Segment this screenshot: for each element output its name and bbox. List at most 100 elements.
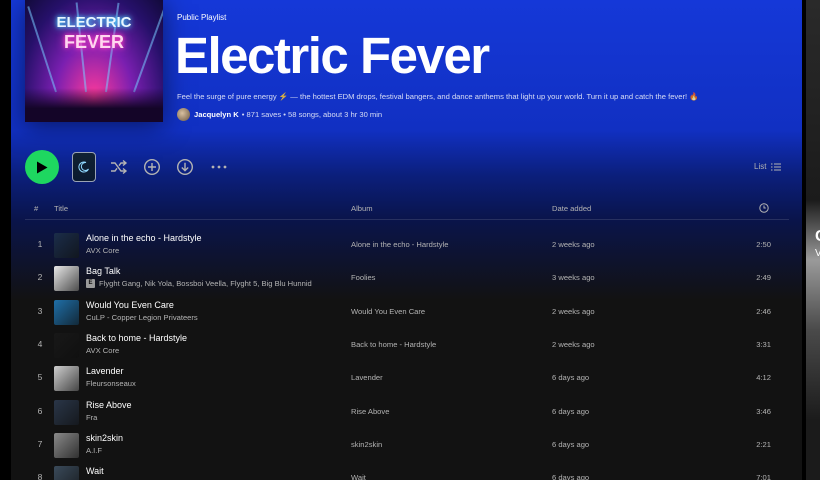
- track-date-added: 2 weeks ago: [552, 339, 595, 349]
- more-options-icon[interactable]: [209, 157, 229, 177]
- track-duration: 3:46: [756, 406, 771, 416]
- header-date-added[interactable]: Date added: [552, 204, 591, 213]
- right-panel-subtext: V: [815, 248, 820, 259]
- track-date-added: 6 days ago: [552, 373, 590, 383]
- track-title-link[interactable]: Bag Talk: [86, 266, 120, 276]
- track-title-link[interactable]: Alone in the echo - Hardstyle: [86, 233, 202, 243]
- track-artist: E Flyght Gang, Nik Yola, Bossboi Veella, …: [86, 279, 312, 289]
- track-album-link[interactable]: Alone in the echo - Hardstyle: [351, 240, 449, 249]
- track-album-link[interactable]: Wait: [351, 473, 366, 480]
- playlist-type-label: Public Playlist: [177, 13, 227, 22]
- track-date-added: 2 weeks ago: [552, 306, 595, 316]
- track-artist: Fra: [86, 413, 97, 422]
- playlist-title: Electric Fever: [175, 27, 490, 84]
- track-thumbnail: [54, 332, 79, 358]
- track-artist-link[interactable]: Fra: [86, 413, 97, 422]
- track-thumbnail: [54, 299, 79, 325]
- track-duration: 2:50: [756, 240, 771, 249]
- track-album-link[interactable]: Foolies: [351, 273, 375, 282]
- track-album-link[interactable]: Lavender: [351, 373, 383, 382]
- track-duration: 2:46: [756, 306, 771, 316]
- track-duration: 3:31: [756, 339, 771, 349]
- play-button[interactable]: [25, 150, 59, 184]
- table-row[interactable]: 3 Would You Even Care CuLP - Copper Legion…: [25, 296, 789, 329]
- owner-name-link[interactable]: Jacquelyn K: [194, 110, 239, 119]
- playlist-preview-thumbnail[interactable]: [72, 152, 96, 182]
- track-number: 7: [37, 438, 43, 449]
- list-icon: [771, 163, 782, 170]
- track-artist: Fleursonseaux: [86, 379, 136, 388]
- track-artist-link[interactable]: Flyght Gang, Nik Yola, Bossboi Veella, F…: [99, 279, 312, 288]
- moon-icon: [78, 161, 89, 173]
- track-artist: AVX Core: [86, 246, 119, 255]
- table-row[interactable]: 8 Wait Wait 6 days ago 7:01: [25, 462, 789, 480]
- track-title-link[interactable]: Would You Even Care: [86, 300, 174, 310]
- view-toggle-button[interactable]: List: [754, 162, 782, 171]
- shuffle-icon[interactable]: [109, 157, 129, 177]
- track-thumbnail: [54, 233, 79, 258]
- owner-avatar[interactable]: [177, 108, 190, 121]
- track-artist-link[interactable]: AVX Core: [86, 246, 119, 255]
- track-artist: AVX Core: [86, 346, 119, 355]
- track-number: 4: [37, 338, 43, 349]
- cover-crowd: [25, 88, 163, 122]
- track-date-added: 6 days ago: [552, 406, 590, 416]
- track-thumbnail: [54, 432, 79, 458]
- track-artist-link[interactable]: CuLP - Copper Legion Privateers: [86, 313, 198, 322]
- table-row[interactable]: 7 skin2skin A.I.F skin2skin 6 days ago 2:21: [25, 429, 789, 462]
- track-thumbnail: [54, 399, 79, 425]
- right-panel-text: C: [815, 228, 820, 246]
- table-row[interactable]: 2 Bag Talk E Flyght Gang, Nik Yola, Bossboi…: [25, 262, 789, 295]
- track-number: 5: [37, 372, 43, 383]
- view-label: List: [754, 162, 767, 171]
- play-icon: [37, 161, 48, 173]
- track-artist: CuLP - Copper Legion Privateers: [86, 313, 198, 322]
- download-icon[interactable]: [175, 157, 195, 177]
- track-duration: 2:49: [756, 273, 771, 283]
- track-album-link[interactable]: Would You Even Care: [351, 307, 425, 316]
- track-duration: 7:01: [756, 473, 771, 480]
- playlist-view: ELECTRIC FEVER Public Playlist Electric …: [11, 0, 802, 480]
- track-number: 1: [37, 239, 43, 249]
- track-album-link[interactable]: skin2skin: [351, 440, 382, 449]
- track-date-added: 6 days ago: [552, 473, 590, 480]
- track-duration: 4:12: [756, 373, 771, 383]
- add-to-library-icon[interactable]: [142, 157, 162, 177]
- track-title-link[interactable]: Wait: [86, 466, 104, 476]
- cover-title-line-2: FEVER: [63, 32, 124, 52]
- track-artist-link[interactable]: Fleursonseaux: [86, 379, 136, 388]
- track-thumbnail: [54, 266, 79, 292]
- track-artist-link[interactable]: AVX Core: [86, 346, 119, 355]
- track-album-link[interactable]: Rise Above: [351, 407, 389, 416]
- track-thumbnail: [54, 466, 79, 480]
- explicit-badge: E: [86, 279, 95, 289]
- track-number: 6: [37, 405, 43, 416]
- track-date-added: 6 days ago: [552, 439, 590, 449]
- table-row[interactable]: 1 Alone in the echo - Hardstyle AVX Core Al…: [25, 229, 789, 262]
- track-artist-link[interactable]: A.I.F: [86, 446, 102, 455]
- table-row[interactable]: 5 Lavender Fleursonseaux Lavender 6 days ago…: [25, 362, 789, 395]
- track-date-added: 2 weeks ago: [552, 240, 595, 249]
- header-album[interactable]: Album: [351, 204, 373, 213]
- right-sidebar-panel: C V: [806, 0, 820, 480]
- track-number: 2: [37, 272, 43, 283]
- track-number: 3: [37, 305, 43, 316]
- track-duration: 2:21: [756, 439, 771, 449]
- playlist-stats: • 871 saves • 58 songs, about 3 hr 30 mi…: [241, 110, 383, 119]
- playlist-description: Feel the surge of pure energy ⚡ — the ho…: [177, 92, 699, 101]
- playlist-cover-art[interactable]: ELECTRIC FEVER: [25, 0, 163, 122]
- track-title-link[interactable]: skin2skin: [86, 433, 123, 443]
- playlist-meta: Jacquelyn K • 871 saves • 58 songs, abou…: [177, 108, 382, 121]
- table-row[interactable]: 4 Back to home - Hardstyle AVX Core Back to…: [25, 329, 789, 362]
- table-row[interactable]: 6 Rise Above Fra Rise Above 6 days ago 3:46: [25, 396, 789, 429]
- track-artist: A.I.F: [86, 446, 102, 455]
- track-title-link[interactable]: Back to home - Hardstyle: [86, 333, 187, 343]
- header-title[interactable]: Title: [54, 204, 68, 213]
- cover-title-line-1: ELECTRIC: [56, 14, 132, 31]
- track-thumbnail: [54, 366, 79, 392]
- track-title-link[interactable]: Rise Above: [86, 400, 132, 410]
- duration-clock-icon: [759, 203, 769, 215]
- track-number: 8: [37, 472, 43, 480]
- track-album-link[interactable]: Back to home - Hardstyle: [351, 340, 436, 349]
- track-title-link[interactable]: Lavender: [86, 366, 124, 376]
